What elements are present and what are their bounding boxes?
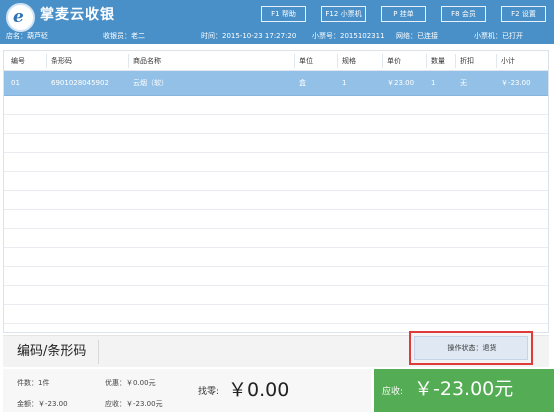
cell-unit: 盒 [299,79,306,87]
hold-order-button[interactable]: P 挂单 [381,6,426,22]
total-amount: 金额：￥-23.00 [17,400,68,408]
operation-status-highlight: 操作状态：退货 [409,331,533,365]
cashier-name: 收银员：老二 [103,32,145,40]
empty-row [4,172,548,191]
operation-status-text: 操作状态：退货 [447,344,497,352]
member-button[interactable]: F8 会员 [441,6,486,22]
settings-button[interactable]: F2 设置 [501,6,546,22]
column-divider [46,54,47,68]
cell-subtotal: ￥-23.00 [501,79,531,87]
current-time: 时间：2015-10-23 17:27:20 [201,32,297,40]
column-header-price: 单价 [387,57,401,65]
cell-spec: 1 [342,79,347,87]
column-divider [382,54,383,68]
empty-row [4,248,548,267]
column-divider [455,54,456,68]
column-header-unit: 单位 [299,57,313,65]
app-title: 掌麦云收银 [40,7,115,23]
empty-row [4,96,548,115]
cell-price: ￥23.00 [387,79,415,87]
cell-barcode: 6901028045902 [51,79,109,87]
cell-discount: 无 [460,79,467,87]
column-header-subtotal: 小计 [501,57,515,65]
printer-status: 小票机：已打开 [474,32,523,40]
empty-row [4,134,548,153]
change-value: ￥0.00 [228,379,290,401]
barcode-label: 编码/条形码 [17,344,87,359]
amount-due-panel: 应收: ￥-23.00元 [374,369,554,412]
change-label: 找零: [198,387,220,397]
column-header-barcode: 条形码 [51,57,72,65]
column-header-discount: 折扣 [460,57,474,65]
empty-row [4,115,548,134]
discount-amount: 优惠：￥0.00元 [105,379,156,387]
amount-due-value: ￥-23.00元 [414,378,514,400]
amount-due-label: 应收: [382,387,404,397]
empty-row [4,210,548,229]
store-name: 店名：葫芦砭 [6,32,48,40]
column-divider [426,54,427,68]
receipt-printer-button[interactable]: F12 小票机 [321,6,366,22]
column-header-spec: 规格 [342,57,356,65]
column-divider [496,54,497,68]
operation-status-button[interactable]: 操作状态：退货 [414,336,528,360]
product-table: 编号 条形码 商品名称 单位 规格 单价 数量 折扣 小计 01 6901028… [3,50,549,333]
column-header-name: 商品名称 [133,57,161,65]
receivable-amount: 应收：￥-23.00元 [105,400,163,408]
help-button[interactable]: F1 帮助 [261,6,306,22]
cell-name: 云烟（软） [133,79,168,87]
network-status: 网络：已连接 [396,32,438,40]
column-header-qty: 数量 [431,57,445,65]
summary-panel: 件数：1件 优惠：￥0.00元 金额：￥-23.00 应收：￥-23.00元 找… [3,369,371,412]
empty-row [4,153,548,172]
empty-row [4,267,548,286]
table-header: 编号 条形码 商品名称 单位 规格 单价 数量 折扣 小计 [4,51,548,71]
empty-row [4,286,548,305]
empty-row [4,191,548,210]
barcode-input[interactable] [98,340,408,364]
table-row[interactable]: 01 6901028045902 云烟（软） 盒 1 ￥23.00 1 无 ￥-… [4,71,548,96]
app-logo: e [6,3,35,32]
item-count: 件数：1件 [17,379,50,387]
logo-mark-icon: e [13,7,24,27]
cell-qty: 1 [431,79,436,87]
column-divider [128,54,129,68]
empty-row [4,305,548,324]
top-header: e 掌麦云收银 F1 帮助 F12 小票机 P 挂单 F8 会员 F2 设置 店… [0,0,554,44]
column-divider [294,54,295,68]
column-divider [337,54,338,68]
ticket-number: 小票号：2015102311 [312,32,385,40]
column-header-id: 编号 [11,57,25,65]
empty-row [4,229,548,248]
cell-id: 01 [11,79,20,87]
